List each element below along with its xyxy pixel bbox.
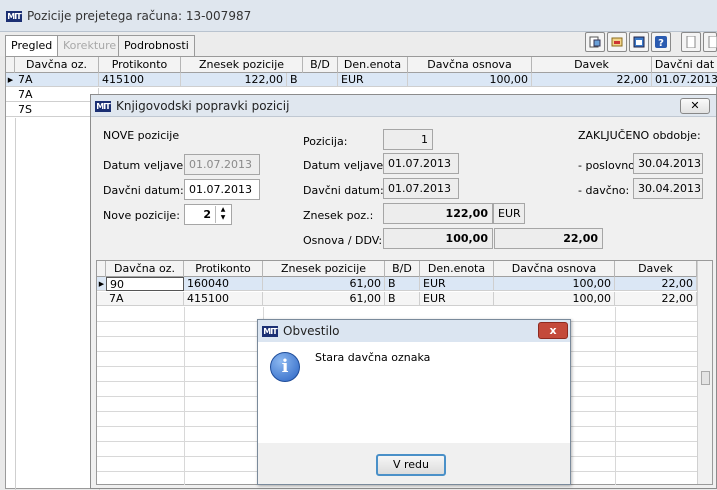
report-icon xyxy=(589,36,601,48)
davcno-label: - davčno: xyxy=(578,184,630,197)
col-den-enota[interactable]: Den.enota xyxy=(338,57,408,73)
col-protikonto[interactable]: Protikonto xyxy=(99,57,181,73)
help-icon: ? xyxy=(655,36,667,48)
row-pointer-icon: ▶ xyxy=(7,76,14,84)
chevron-up-icon[interactable]: ▲ xyxy=(216,206,230,214)
currency-field: EUR xyxy=(493,203,525,224)
main-grid-header: Davčna oz. Protikonto Znesek pozicije B/… xyxy=(6,57,717,73)
col-protikonto[interactable]: Protikonto xyxy=(184,261,263,277)
col-bd[interactable]: B/D xyxy=(303,57,338,73)
nove-pozicije-heading: NOVE pozicije xyxy=(103,129,180,142)
datum-veljave2-field: 01.07.2013 xyxy=(383,153,459,174)
dialog-title: Knjigovodski popravki pozicij xyxy=(116,99,290,113)
znesek-field: 122,00 xyxy=(383,203,493,224)
main-window-title: Pozicije prejetega računa: 13-007987 xyxy=(27,9,252,23)
datum-veljave-label: Datum veljave: xyxy=(103,159,187,172)
message-close-button[interactable]: x xyxy=(538,322,568,339)
tab-podrobnosti[interactable]: Podrobnosti xyxy=(118,35,195,56)
col-davcna-osnova[interactable]: Davčna osnova xyxy=(494,261,615,277)
info-icon: i xyxy=(270,352,300,382)
main-titlebar: MIT Pozicije prejetega računa: 13-007987 xyxy=(0,0,717,32)
col-davcna-osnova[interactable]: Davčna osnova xyxy=(408,57,532,73)
col-den-enota[interactable]: Den.enota xyxy=(420,261,494,277)
poslovno-label: - poslovno: xyxy=(578,159,639,172)
table-row[interactable]: ▶ 90 160040 61,00 B EUR 100,00 22,00 xyxy=(97,277,697,291)
col-davcni-datum[interactable]: Davčni dat xyxy=(652,57,717,73)
chevron-down-icon[interactable]: ▼ xyxy=(216,214,230,222)
close-icon: x xyxy=(549,324,557,337)
row-pointer-icon: ▶ xyxy=(98,280,105,288)
datum-veljave-field[interactable]: 01.07.2013 xyxy=(184,154,260,175)
col-davek[interactable]: Davek xyxy=(532,57,652,73)
znesek-label: Znesek poz.: xyxy=(303,209,374,222)
davcni-datum2-field: 01.07.2013 xyxy=(383,178,459,199)
svg-text:?: ? xyxy=(658,38,664,48)
report-button[interactable] xyxy=(585,32,605,52)
export-icon xyxy=(611,37,623,47)
ok-button[interactable]: V redu xyxy=(376,454,446,476)
dialog-titlebar: MIT Knjigovodski popravki pozicij ✕ xyxy=(91,95,716,117)
ddv-field: 22,00 xyxy=(494,228,603,249)
message-titlebar: MIT Obvestilo x xyxy=(258,320,570,342)
message-title: Obvestilo xyxy=(283,324,340,338)
window-button[interactable] xyxy=(629,32,649,52)
col-davek[interactable]: Davek xyxy=(615,261,697,277)
davcno-field: 30.04.2013 xyxy=(633,178,703,199)
pozicija-field: 1 xyxy=(383,129,433,150)
davcni-datum2-label: Davčni datum: xyxy=(303,184,384,197)
dialog-grid-header: Davčna oz. Protikonto Znesek pozicije B/… xyxy=(97,261,697,277)
app-logo-icon: MIT xyxy=(262,326,278,337)
osnova-label: Osnova / DDV: xyxy=(303,234,383,247)
datum-veljave2-label: Datum veljave: xyxy=(303,159,387,172)
table-row[interactable]: ▶ 7A 415100 122,00 B EUR 100,00 22,00 01… xyxy=(6,73,717,87)
page-button[interactable] xyxy=(681,32,701,52)
zakljuceno-heading: ZAKLJUČENO obdobje: xyxy=(578,129,701,142)
nove-pozicije-label: Nove pozicije: xyxy=(103,209,180,222)
help-button[interactable]: ? xyxy=(651,32,671,52)
stepper-arrows[interactable]: ▲ ▼ xyxy=(215,206,230,223)
page-button-2[interactable] xyxy=(703,32,717,52)
nove-pozicije-value: 2 xyxy=(203,208,211,221)
davcni-datum-field[interactable]: 01.07.2013 xyxy=(184,179,260,200)
active-cell[interactable]: 90 xyxy=(106,277,184,291)
message-text: Stara davčna oznaka xyxy=(315,351,431,364)
table-row[interactable]: 7A 415100 61,00 B EUR 100,00 22,00 xyxy=(97,292,697,306)
tab-korekture[interactable]: Korekture xyxy=(57,35,123,56)
osnova-field: 100,00 xyxy=(383,228,493,249)
dialog-grid-scrollbar[interactable] xyxy=(697,261,712,484)
close-icon: ✕ xyxy=(690,99,700,112)
dialog-close-button[interactable]: ✕ xyxy=(680,98,710,114)
nove-pozicije-stepper[interactable]: 2 ▲ ▼ xyxy=(184,204,232,225)
poslovno-field: 30.04.2013 xyxy=(633,153,703,174)
page-icon xyxy=(686,36,696,48)
page-icon xyxy=(708,36,717,48)
col-bd[interactable]: B/D xyxy=(385,261,420,277)
app-logo-icon: MIT xyxy=(6,11,22,22)
obvestilo-message-box: MIT Obvestilo x i Stara davčna oznaka V … xyxy=(257,319,571,485)
col-znesek-pozicije[interactable]: Znesek pozicije xyxy=(263,261,385,277)
app-logo-icon: MIT xyxy=(95,101,111,112)
scrollbar-thumb[interactable] xyxy=(701,371,710,385)
message-body: i Stara davčna oznaka xyxy=(258,342,570,443)
pozicija-label: Pozicija: xyxy=(303,135,348,148)
tab-pregled[interactable]: Pregled xyxy=(5,35,59,57)
window-icon xyxy=(633,36,645,48)
export-button[interactable] xyxy=(607,32,627,52)
col-znesek-pozicije[interactable]: Znesek pozicije xyxy=(181,57,303,73)
davcni-datum-label: Davčni datum: xyxy=(103,184,184,197)
col-davcna-oz[interactable]: Davčna oz. xyxy=(106,261,184,277)
col-davcna-oz[interactable]: Davčna oz. xyxy=(15,57,99,73)
